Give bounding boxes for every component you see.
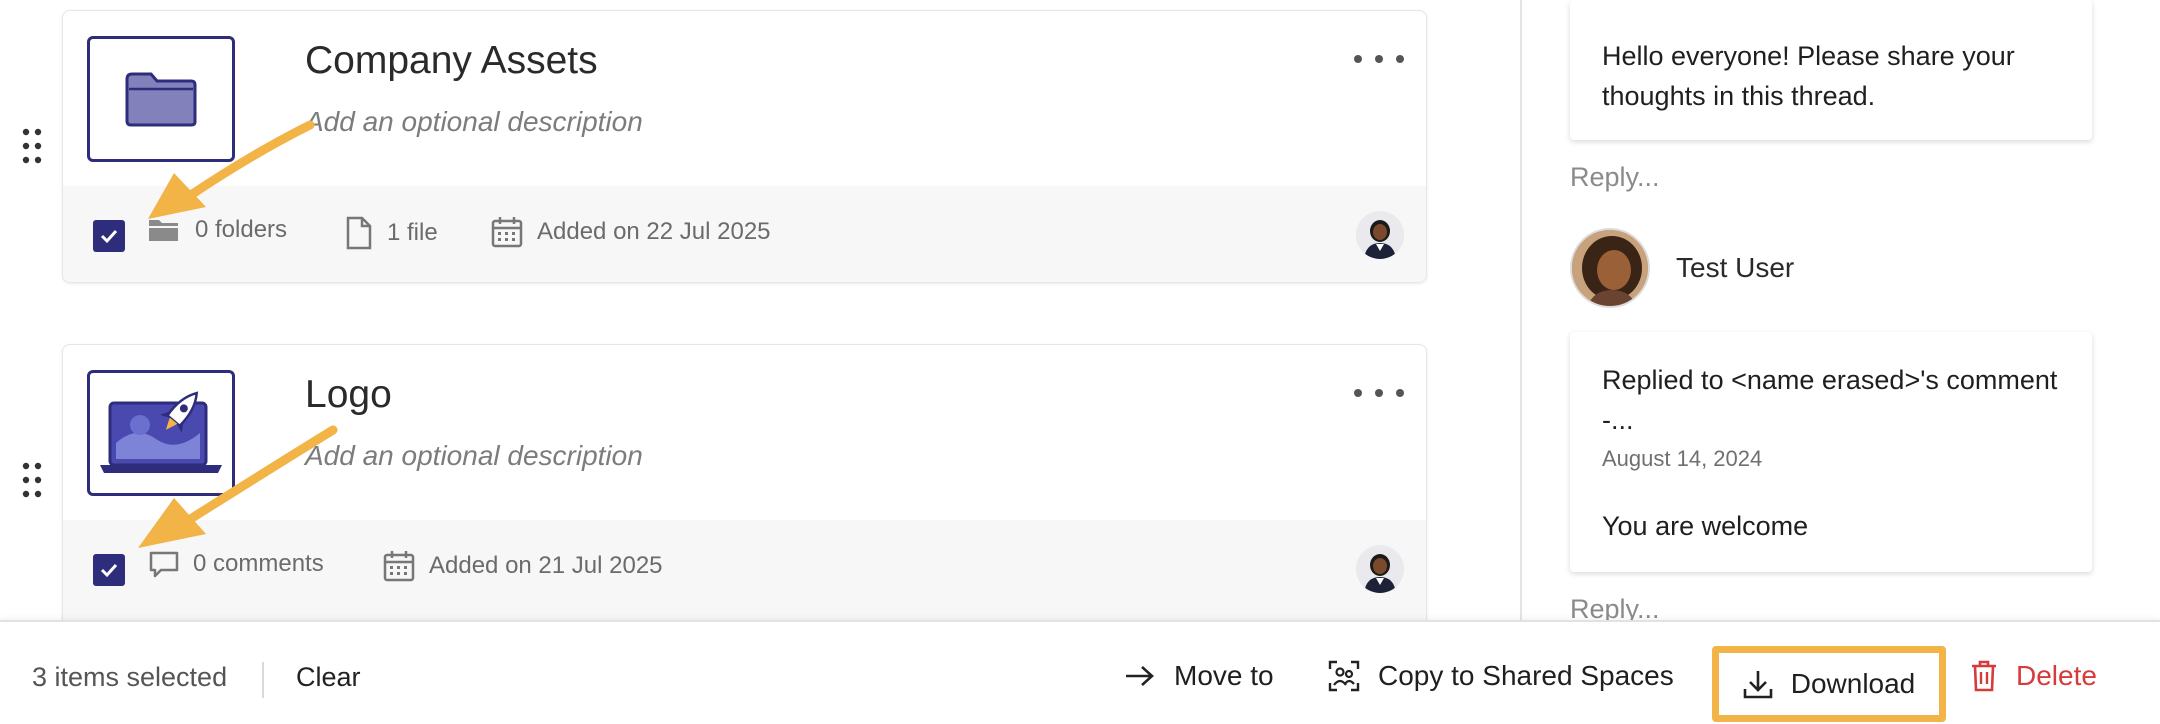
reply-comment-card: Replied to <name erased>'s comment -... … (1570, 332, 2092, 572)
page: Company Assets Add an optional descripti… (0, 0, 2160, 724)
trash-icon (1972, 660, 1996, 692)
more-options-icon[interactable] (1354, 383, 1404, 403)
user-avatar[interactable] (1570, 228, 1650, 308)
more-options-icon[interactable] (1354, 49, 1404, 69)
reply-link[interactable]: Reply... (1570, 162, 1660, 193)
calendar-icon (383, 551, 415, 582)
arrow-right-icon (1126, 666, 1154, 686)
selected-count: 3 items selected (32, 662, 228, 692)
clear-button[interactable]: Clear (296, 662, 361, 693)
file-icon (346, 216, 372, 250)
folders-count-text: 0 folders (195, 216, 288, 243)
owner-avatar[interactable] (1356, 545, 1404, 593)
owner-avatar[interactable] (1356, 211, 1404, 259)
copy-to-shared-spaces-button[interactable]: Copy to Shared Spaces (1328, 660, 1674, 692)
added-date-text: Added on 22 Jul 2025 (537, 218, 771, 245)
added-date: Added on 21 Jul 2025 (383, 550, 663, 582)
comment-author: Test User (1570, 228, 1794, 308)
items-list: Company Assets Add an optional descripti… (0, 0, 1520, 724)
delete-label: Delete (2016, 660, 2097, 691)
comment-text: Hello everyone! Please share your though… (1602, 41, 2015, 111)
move-to-label: Move to (1174, 660, 1274, 691)
drag-handle-icon[interactable] (18, 460, 46, 500)
folder-thumbnail (87, 36, 235, 162)
item-title[interactable]: Logo (305, 373, 392, 417)
download-icon (1743, 671, 1773, 699)
check-icon (100, 229, 118, 244)
item-footer: 0 folders 1 file Added on 22 Jul 2025 (63, 186, 1426, 282)
download-label: Download (1790, 668, 1916, 699)
calendar-icon (491, 217, 523, 248)
comments-count: 0 comments (149, 550, 324, 578)
user-name: Test User (1676, 252, 1795, 283)
description-placeholder[interactable]: Add an optional description (305, 440, 643, 472)
select-checkbox[interactable] (93, 220, 125, 252)
files-count: 1 file (345, 216, 438, 250)
comment-card: Hello everyone! Please share your though… (1570, 0, 2092, 140)
laptop-rocket-icon (100, 391, 222, 473)
item-card-logo[interactable]: Logo Add an optional description 0 comme… (62, 344, 1427, 620)
drag-handle-icon[interactable] (18, 126, 46, 166)
comments-count-text: 0 comments (193, 550, 324, 577)
item-footer: 0 comments Added on 21 Jul 2025 (63, 520, 1426, 620)
description-placeholder[interactable]: Add an optional description (305, 106, 643, 138)
item-title[interactable]: Company Assets (305, 39, 598, 83)
added-date-text: Added on 21 Jul 2025 (429, 552, 663, 579)
bulk-action-bar: 3 items selected Clear Move to Copy to S… (0, 620, 2160, 724)
comments-panel: Hello everyone! Please share your though… (1522, 0, 2160, 624)
comment-body: You are welcome (1602, 511, 1809, 541)
copy-label: Copy to Shared Spaces (1378, 660, 1674, 691)
folders-count: 0 folders (147, 216, 287, 244)
download-button[interactable]: Download (1712, 646, 1946, 722)
files-count-text: 1 file (387, 219, 438, 246)
logo-thumbnail (87, 370, 235, 496)
delete-button[interactable]: Delete (1970, 660, 2097, 692)
added-date: Added on 22 Jul 2025 (491, 216, 771, 248)
comment-icon (149, 551, 179, 578)
comment-date: August 14, 2024 (1602, 446, 1763, 471)
check-icon (100, 563, 118, 578)
move-to-button[interactable]: Move to (1124, 660, 1274, 692)
folder-outline-icon (149, 220, 178, 241)
item-card-company-assets[interactable]: Company Assets Add an optional descripti… (62, 10, 1427, 283)
folder-icon (125, 72, 197, 127)
select-checkbox[interactable] (93, 554, 125, 586)
reply-comment-text: Replied to <name erased>'s comment -... (1602, 365, 2058, 435)
shared-space-icon (1328, 660, 1360, 692)
divider (262, 662, 264, 698)
